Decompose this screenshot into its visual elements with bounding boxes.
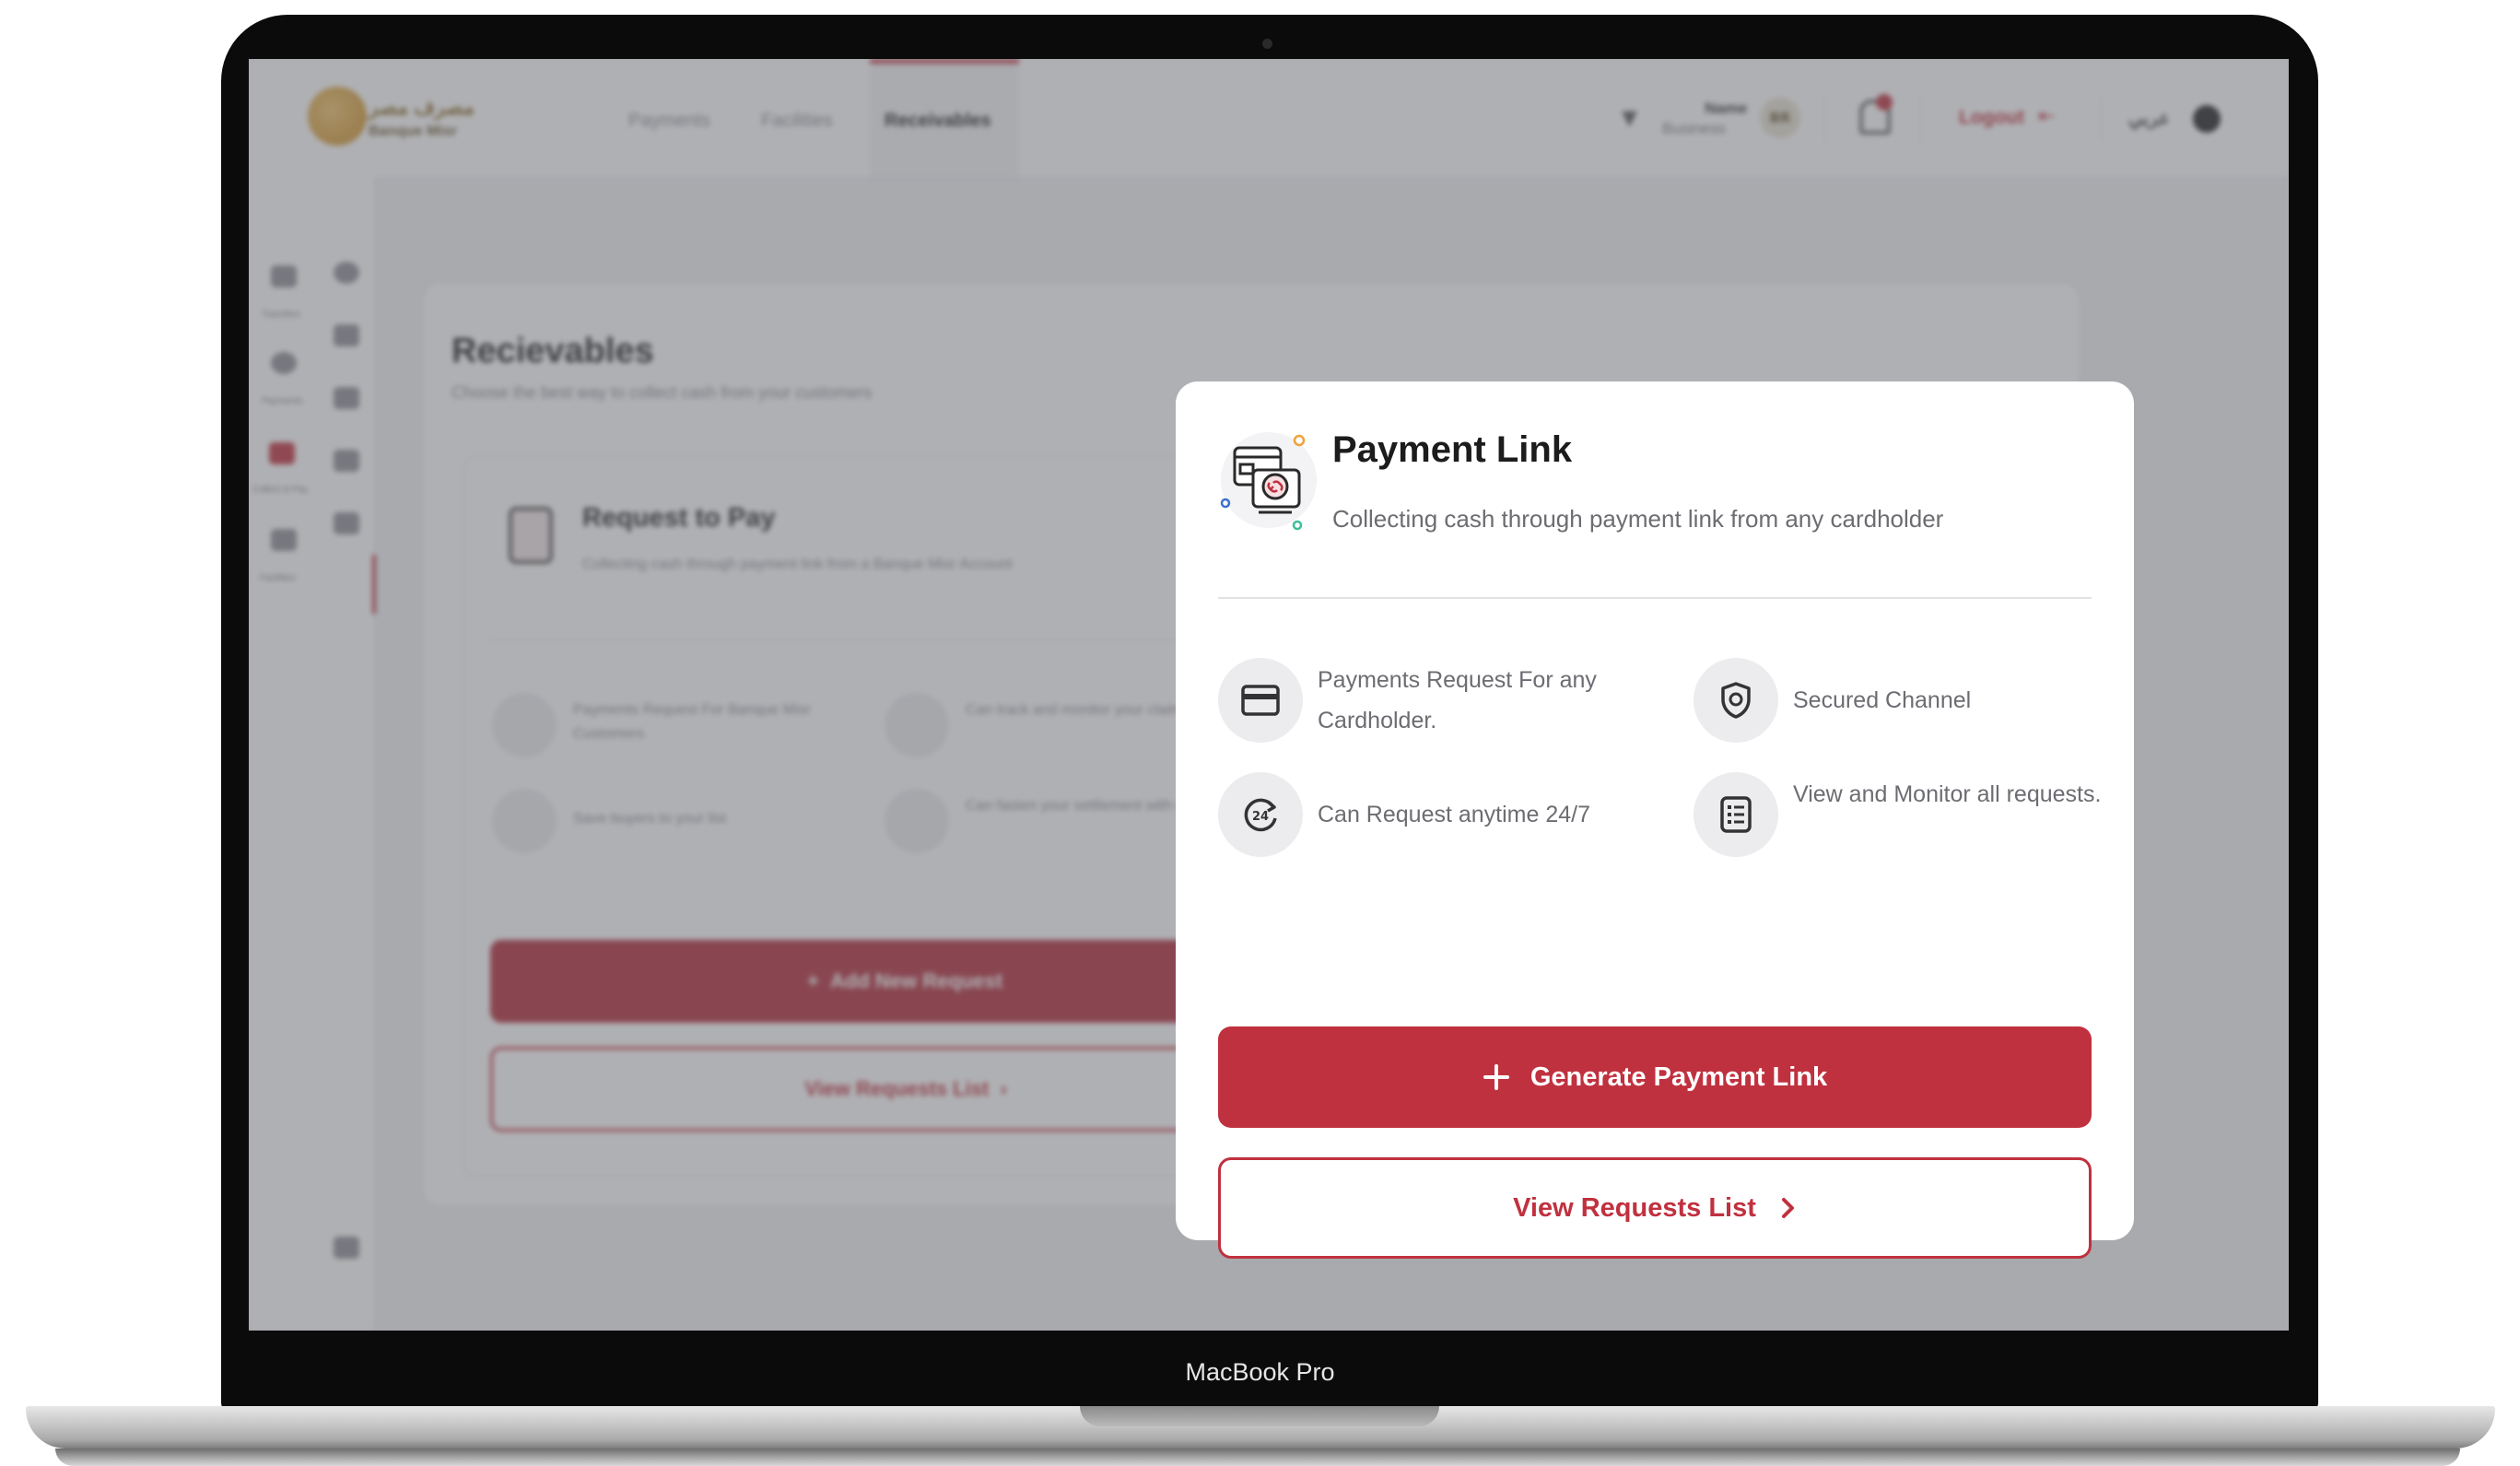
view-requests-list-label: View Requests List bbox=[1513, 1192, 1756, 1223]
feature-text: View and Monitor all requests. bbox=[1793, 781, 2102, 807]
generate-payment-link-button[interactable]: Generate Payment Link bbox=[1218, 1026, 2092, 1128]
shield-icon bbox=[1694, 658, 1778, 743]
feature-text: Secured Channel bbox=[1793, 687, 1972, 713]
camera-icon bbox=[1262, 39, 1272, 49]
laptop-screen: مصرف مصر Banque Misr Payments Facilities… bbox=[249, 59, 2289, 1331]
modal-title: Payment Link bbox=[1332, 429, 1573, 470]
laptop-base-shadow bbox=[55, 1448, 2460, 1466]
view-requests-list-button[interactable]: View Requests List bbox=[1218, 1157, 2092, 1259]
modal-subtitle: Collecting cash through payment link fro… bbox=[1332, 505, 1944, 533]
clock-24-icon: 24 bbox=[1218, 772, 1303, 857]
list-icon bbox=[1694, 772, 1778, 857]
chevron-right-icon bbox=[1780, 1196, 1797, 1220]
modal-divider bbox=[1218, 597, 2092, 599]
payment-link-icon bbox=[1220, 432, 1317, 531]
payment-link-modal: Payment Link Collecting cash through pay… bbox=[1176, 381, 2134, 1259]
plus-icon bbox=[1483, 1063, 1510, 1091]
svg-text:24: 24 bbox=[1252, 810, 1269, 824]
laptop-notch bbox=[1080, 1406, 1439, 1426]
feature-text: Payments Request For any Cardholder. bbox=[1318, 667, 1597, 733]
credit-card-icon bbox=[1218, 658, 1303, 743]
feature-text: Can Request anytime 24/7 bbox=[1318, 802, 1591, 827]
generate-payment-link-label: Generate Payment Link bbox=[1530, 1061, 1828, 1092]
device-label: MacBook Pro bbox=[1185, 1358, 1335, 1386]
